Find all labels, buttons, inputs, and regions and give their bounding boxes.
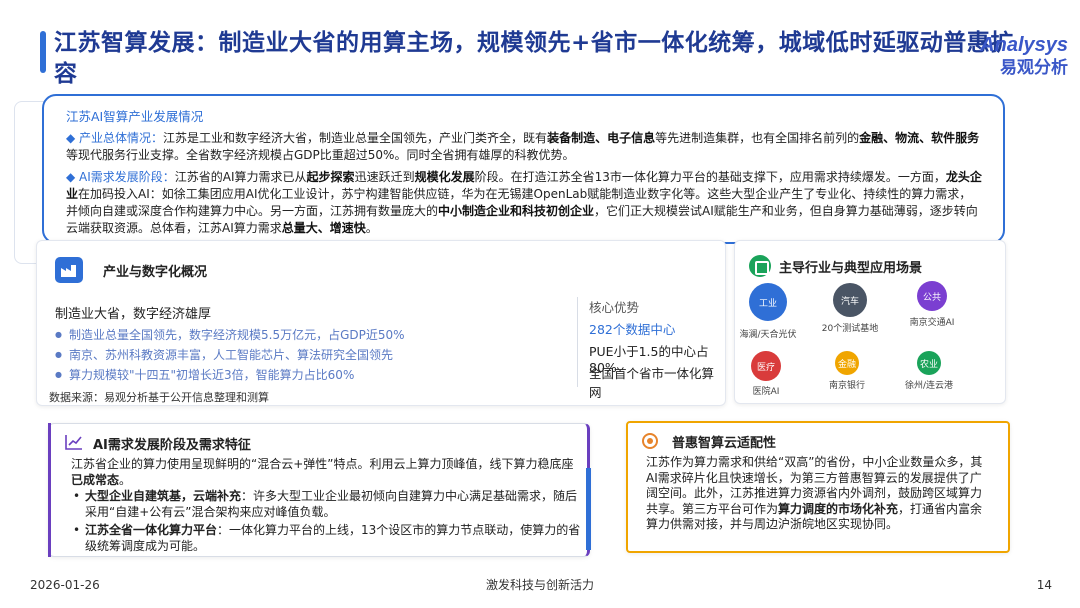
circle-label: 海澜/天合光伏 (739, 330, 797, 340)
page-title: 江苏智算发展：制造业大省的用算主场，规模领先+省市一体化统筹，城域低时延驱动普惠… (54, 30, 1014, 87)
logo-cn: 易观分析 (1000, 58, 1068, 78)
grid-icon (749, 255, 771, 277)
overview-box: 江苏AI智算产业发展情况 ◆ 产业总体情况：江苏是工业和数字经济大省，制造业总量… (42, 94, 1005, 244)
overview-heading: 江苏AI智算产业发展情况 (66, 109, 204, 124)
finance-circle: 金融 (835, 351, 859, 375)
public-circle: 公共 (917, 281, 947, 311)
p2-text: 阶段。在打造江苏全省13市一体化算力平台的基础支撑下，应用需求持续爆发。一方面， (474, 170, 946, 184)
cloud-body: 江苏作为算力需求和供给“双高”的省份，中小企业数量众多，其AI需求碎片化且快速增… (646, 455, 992, 533)
industry-list: 制造业总量全国领先，数字经济规模5.5万亿元，占GDP近50% 南京、苏州科教资… (55, 325, 405, 385)
industry-card: 产业与数字化概况 制造业大省，数字经济雄厚 制造业总量全国领先，数字经济规模5.… (36, 240, 726, 406)
auto-circle: 汽车 (833, 283, 867, 317)
overview-paragraph-2: ◆ AI需求发展阶段：江苏省的AI算力需求已从起步探索迅速跃迁到规模化发展阶段。… (66, 169, 983, 237)
data-source: 数据来源：易观分析基于公开信息整理和测算 (49, 391, 269, 404)
apps-heading: 主导行业与典型应用场景 (779, 261, 923, 276)
list-item: 南京、苏州科教资源丰富，人工智能芯片、算法研究全国领先 (55, 345, 405, 365)
ai-demand-intro: 江苏省企业的算力使用呈现鲜明的“混合云+弹性”特点。利用云上算力顶峰值，线下算力… (71, 456, 577, 488)
item-bold: 大型企业自建筑基，云端补充 (85, 489, 242, 503)
list-item: 大型企业自建筑基，云端补充：许多大型工业企业最初倾向自建算力中心满足基础需求，随… (71, 488, 581, 520)
medical-circle: 医疗 (751, 351, 781, 381)
cloud-card: 普惠智算云适配性 江苏作为算力需求和供给“双高”的省份，中小企业数量众多，其AI… (626, 421, 1010, 553)
p2-bold: 中小制造企业和科技初创企业 (438, 204, 595, 218)
p1-text: 等现代服务行业支撑。全省数字经济规模占GDP比重超过50%。同时全省拥有雄厚的科… (66, 148, 575, 162)
item-bold: 江苏全省一体化算力平台 (85, 523, 218, 537)
p2-text: 江苏省的AI算力需求已从 (174, 170, 307, 184)
circle-label: 徐州/连云港 (904, 381, 954, 391)
target-icon (642, 433, 658, 449)
ai-demand-card: AI需求发展阶段及需求特征 江苏省企业的算力使用呈现鲜明的“混合云+弹性”特点。… (48, 423, 590, 557)
p2-key: ◆ AI需求发展阶段： (66, 170, 175, 184)
p1-key: ◆ 产业总体情况： (66, 131, 164, 145)
agriculture-circle: 农业 (917, 351, 941, 375)
p1-text: 等先进制造集群，也有全国排名前列的 (655, 131, 860, 145)
title-accent-bar (40, 31, 46, 73)
cloud-heading: 普惠智算云适配性 (672, 436, 777, 451)
list-item: 江苏全省一体化算力平台：一体化算力平台的上线，13个设区市的算力节点联动，使算力… (71, 522, 581, 554)
trend-chart-icon (65, 435, 82, 450)
p1-bold: 装备制造、电子信息 (547, 131, 656, 145)
advantage-item: 全国首个省市一体化算网 (589, 366, 715, 400)
logo-en: Analysys (980, 34, 1068, 56)
advantage-heading: 核心优势 (589, 300, 640, 315)
intro-bold: 已成常态 (71, 473, 120, 487)
ai-demand-heading: AI需求发展阶段及需求特征 (93, 438, 251, 453)
advantage-item: 282个数据中心 (589, 322, 676, 337)
footer-slogan: 激发科技与创新活力 (485, 578, 594, 592)
p2-text: 迅速跃迁到 (354, 170, 415, 184)
divider (577, 297, 578, 387)
apps-card: 主导行业与典型应用场景 工业 海澜/天合光伏 汽车 20个测试基地 公共 南京交… (734, 240, 1006, 404)
list-item: 算力规模较"十四五"初增长近3倍，智能算力占比60% (55, 365, 405, 385)
industry-heading: 产业与数字化概况 (103, 265, 208, 280)
circle-label: 南京银行 (828, 381, 865, 391)
p2-text: 。 (365, 221, 378, 235)
cloud-bold: 算力调度的市场化补充 (778, 501, 899, 516)
p1-bold: 金融、物流、软件服务 (859, 131, 980, 145)
circle-label: 20个测试基地 (821, 324, 879, 334)
circle-label: 医院AI (752, 387, 780, 397)
p1-text: 江苏是工业和数字经济大省，制造业总量全国领先，产业门类齐全，既有 (163, 131, 548, 145)
overview-paragraph-1: ◆ 产业总体情况：江苏是工业和数字经济大省，制造业总量全国领先，产业门类齐全，既… (66, 130, 983, 164)
intro-text: 江苏省企业的算力使用呈现鲜明的“混合云+弹性”特点。利用云上算力顶峰值，线下算力… (71, 457, 574, 471)
logo: Analysys 易观分析 (968, 34, 1068, 84)
p2-bold: 起步探索 (306, 170, 355, 184)
industry-subtitle: 制造业大省，数字经济雄厚 (55, 307, 212, 322)
ai-demand-list: 大型企业自建筑基，云端补充：许多大型工业企业最初倾向自建算力中心满足基础需求，随… (71, 488, 581, 556)
list-item: 制造业总量全国领先，数字经济规模5.5万亿元，占GDP近50% (55, 325, 405, 345)
circle-label: 南京交通AI (909, 318, 955, 328)
industry-circle: 工业 (749, 283, 787, 321)
p2-bold: 规模化发展 (414, 170, 475, 184)
p2-bold: 总量大、增速快 (281, 221, 366, 235)
factory-icon (55, 257, 83, 283)
intro-text: 。 (119, 473, 132, 487)
page-number: 14 (1036, 578, 1052, 592)
accent-strip (586, 468, 591, 550)
